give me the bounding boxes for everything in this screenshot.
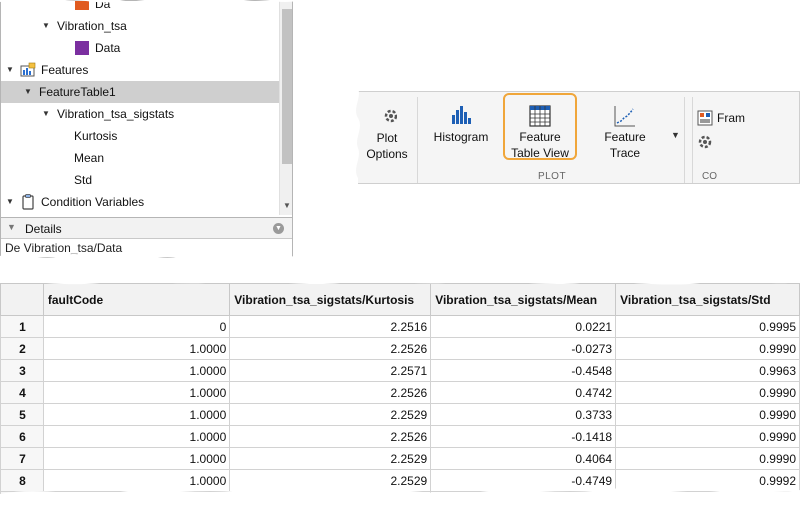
- tree-item-std[interactable]: Std: [1, 169, 279, 191]
- torn-edge: [0, 488, 800, 519]
- table-cell[interactable]: 0.9990: [615, 447, 800, 470]
- trace-plot-icon: [592, 105, 658, 129]
- table-cell[interactable]: 0.3733: [430, 403, 617, 426]
- histogram-icon: [428, 105, 494, 129]
- tree-item-vibration-tsa[interactable]: ▼ Vibration_tsa: [1, 15, 279, 37]
- table-cell[interactable]: 2.2526: [229, 337, 432, 360]
- tree-item-features[interactable]: ▼ Features: [1, 59, 279, 81]
- signal-square-icon: [75, 41, 89, 55]
- table-cell[interactable]: 2.2529: [229, 447, 432, 470]
- histogram-button[interactable]: Histogram: [428, 105, 494, 145]
- torn-edge: [0, 0, 300, 5]
- data-browser-panel: Da ▼ Vibration_tsa Data ▼ Features ▼ Fea…: [0, 0, 293, 258]
- table-cell[interactable]: 0.9995: [615, 315, 800, 338]
- table-cell[interactable]: 0.9990: [615, 403, 800, 426]
- details-section-header[interactable]: ▼ Details ▼: [1, 217, 292, 239]
- table-cell[interactable]: 2.2516: [229, 315, 432, 338]
- expand-caret-icon[interactable]: ▼: [5, 59, 15, 81]
- table-cell[interactable]: -0.4548: [430, 359, 617, 382]
- plot-options-button[interactable]: Plot Options: [362, 102, 412, 162]
- row-index-cell[interactable]: 1: [0, 315, 44, 338]
- row-index-cell[interactable]: 4: [0, 381, 44, 404]
- table-corner-cell: [0, 283, 44, 316]
- chevron-down-icon[interactable]: ▼: [273, 223, 284, 234]
- table-cell[interactable]: 0.0221: [430, 315, 617, 338]
- expand-caret-icon[interactable]: ▼: [41, 15, 51, 37]
- feature-table-view-highlight: [503, 93, 577, 160]
- gallery-dropdown-icon[interactable]: ▼: [671, 130, 680, 140]
- table-cell[interactable]: 0.9990: [615, 337, 800, 360]
- tree-item-data[interactable]: Data: [1, 37, 279, 59]
- column-header[interactable]: Vibration_tsa_sigstats/Kurtosis: [229, 283, 432, 316]
- row-index-cell[interactable]: 3: [0, 359, 44, 382]
- table-cell[interactable]: 0.9990: [615, 425, 800, 448]
- table-cell[interactable]: -0.0273: [430, 337, 617, 360]
- table-cell[interactable]: 0.9990: [615, 381, 800, 404]
- table-row[interactable]: 2 1.0000 2.2526 -0.0273 0.9990: [0, 337, 800, 360]
- table-cell[interactable]: 0.4064: [430, 447, 617, 470]
- table-cell[interactable]: -0.1418: [430, 425, 617, 448]
- table-cell[interactable]: 1.0000: [42, 381, 231, 404]
- table-cell[interactable]: 0.9963: [615, 359, 800, 382]
- details-title: Details: [25, 222, 62, 236]
- tree-item-kurtosis[interactable]: Kurtosis: [1, 125, 279, 147]
- table-cell[interactable]: 2.2571: [229, 359, 432, 382]
- expand-caret-icon[interactable]: ▼: [5, 191, 15, 213]
- tree-scroll-thumb[interactable]: [282, 9, 292, 164]
- torn-edge: [344, 88, 360, 188]
- table-row[interactable]: 6 1.0000 2.2526 -0.1418 0.9990: [0, 425, 800, 448]
- frame-icon: [697, 110, 713, 129]
- column-header[interactable]: faultCode: [42, 283, 231, 316]
- row-index-cell[interactable]: 5: [0, 403, 44, 426]
- scroll-down-icon[interactable]: ▼: [283, 201, 291, 210]
- table-header-row: faultCode Vibration_tsa_sigstats/Kurtosi…: [0, 283, 800, 316]
- table-cell[interactable]: 1.0000: [42, 359, 231, 382]
- right-group-label: CO: [702, 171, 717, 182]
- table-row[interactable]: 1 0 2.2516 0.0221 0.9995: [0, 315, 800, 338]
- expand-caret-icon[interactable]: ▼: [41, 103, 51, 125]
- table-row[interactable]: 3 1.0000 2.2571 -0.4548 0.9963: [0, 359, 800, 382]
- table-cell[interactable]: 1.0000: [42, 425, 231, 448]
- table-cell[interactable]: 0: [42, 315, 231, 338]
- row-index-cell[interactable]: 2: [0, 337, 44, 360]
- column-header[interactable]: Vibration_tsa_sigstats/Mean: [430, 283, 617, 316]
- table-cell[interactable]: 1.0000: [42, 403, 231, 426]
- torn-edge: [0, 270, 800, 285]
- row-index-cell[interactable]: 6: [0, 425, 44, 448]
- gear-icon[interactable]: [697, 134, 713, 153]
- clipboard-icon: [21, 194, 35, 215]
- table-row[interactable]: 5 1.0000 2.2529 0.3733 0.9990: [0, 403, 800, 426]
- group-divider: [692, 97, 693, 183]
- row-index-cell[interactable]: 7: [0, 447, 44, 470]
- collapse-caret-icon[interactable]: ▼: [7, 222, 16, 232]
- table-cell[interactable]: 0.4742: [430, 381, 617, 404]
- table-cell[interactable]: 2.2526: [229, 381, 432, 404]
- column-header[interactable]: Vibration_tsa_sigstats/Std: [615, 283, 800, 316]
- table-cell[interactable]: 1.0000: [42, 337, 231, 360]
- plot-ribbon: Plot Options Histogram Feature Table Vie…: [354, 91, 800, 184]
- tree-item-featuretable1[interactable]: ▼ FeatureTable1: [1, 81, 279, 103]
- plot-group-label: PLOT: [537, 171, 567, 182]
- tree-item-condition-variables[interactable]: ▼ Condition Variables: [1, 191, 279, 213]
- table-cell[interactable]: 2.2529: [229, 403, 432, 426]
- table-row[interactable]: 7 1.0000 2.2529 0.4064 0.9990: [0, 447, 800, 470]
- gear-icon: [362, 102, 412, 130]
- table-cell[interactable]: 1.0000: [42, 447, 231, 470]
- tree-item-sigstats[interactable]: ▼ Vibration_tsa_sigstats: [1, 103, 279, 125]
- torn-edge: [0, 253, 300, 270]
- tree-item-mean[interactable]: Mean: [1, 147, 279, 169]
- feature-trace-button[interactable]: Feature Trace: [592, 105, 658, 161]
- tree-scrollbar[interactable]: ▼: [279, 1, 292, 215]
- table-cell[interactable]: 2.2526: [229, 425, 432, 448]
- table-row[interactable]: 4 1.0000 2.2526 0.4742 0.9990: [0, 381, 800, 404]
- expand-caret-icon[interactable]: ▼: [23, 81, 33, 103]
- data-browser-tree: Da ▼ Vibration_tsa Data ▼ Features ▼ Fea…: [1, 1, 279, 215]
